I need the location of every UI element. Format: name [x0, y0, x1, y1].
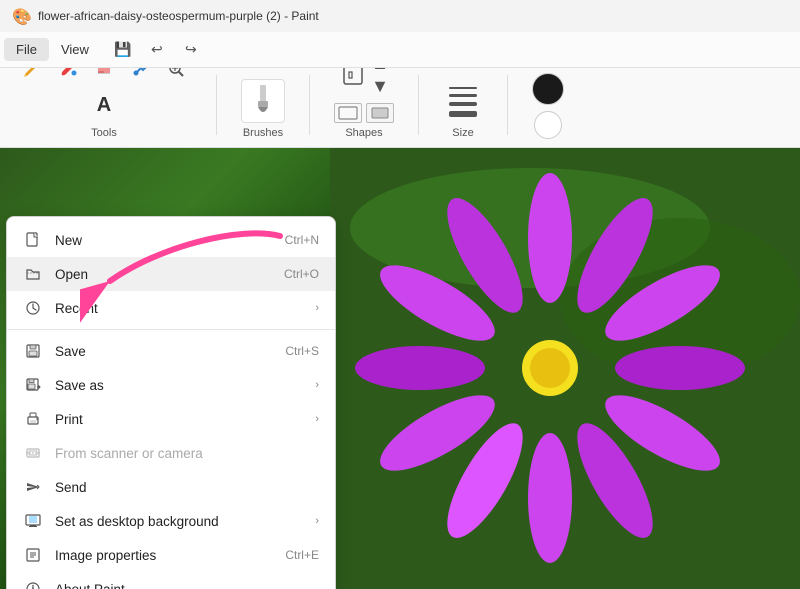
print-arrow: › [315, 413, 319, 425]
redo-btn[interactable]: ↪ [177, 36, 205, 64]
menu-item-about[interactable]: About Paint [7, 572, 335, 589]
new-shortcut: Ctrl+N [285, 233, 319, 247]
brushes-label: Brushes [243, 127, 283, 139]
scanner-label: From scanner or camera [55, 446, 319, 461]
new-icon [23, 230, 43, 250]
menu-toolbar: 💾 ↩ ↪ [109, 36, 205, 64]
menu-bar: File View 💾 ↩ ↪ [0, 32, 800, 68]
save-icon [23, 341, 43, 361]
primary-color[interactable] [532, 73, 564, 105]
properties-icon [23, 545, 43, 565]
about-icon [23, 579, 43, 589]
shapes-options [334, 103, 394, 123]
ribbon-group-brushes: Brushes [241, 79, 285, 139]
undo-btn[interactable]: ↩ [143, 36, 171, 64]
shapes-label: Shapes [345, 127, 382, 139]
send-icon [23, 477, 43, 497]
tools-label: Tools [91, 127, 117, 139]
menu-item-new[interactable]: New Ctrl+N [7, 223, 335, 257]
menu-item-properties[interactable]: Image properties Ctrl+E [7, 538, 335, 572]
desktop-arrow: › [315, 515, 319, 527]
open-icon [23, 264, 43, 284]
divider-2 [309, 75, 310, 135]
flower-svg [330, 148, 800, 589]
recent-label: Recent [55, 301, 303, 316]
app-icon: 🎨 [12, 7, 30, 25]
size-line-3[interactable] [449, 102, 477, 106]
menu-item-open[interactable]: Open Ctrl+O [7, 257, 335, 291]
menu-view[interactable]: View [49, 38, 101, 61]
color-palette [532, 73, 564, 139]
divider-3 [418, 75, 419, 135]
brushes-btn[interactable] [241, 79, 285, 123]
scanner-icon [23, 443, 43, 463]
menu-file[interactable]: File [4, 38, 49, 61]
size-line-1[interactable] [449, 87, 477, 89]
menu-item-saveas[interactable]: Save as › [7, 368, 335, 402]
title-bar: 🎨 flower-african-daisy-osteospermum-purp… [0, 0, 800, 32]
new-label: New [55, 233, 273, 248]
size-label: Size [452, 127, 473, 139]
recent-icon [23, 298, 43, 318]
open-label: Open [55, 267, 272, 282]
send-label: Send [55, 480, 319, 495]
menu-item-recent[interactable]: Recent › [7, 291, 335, 325]
menu-item-print[interactable]: Print › [7, 402, 335, 436]
menu-item-scanner: From scanner or camera [7, 436, 335, 470]
divider-4 [507, 75, 508, 135]
save-shortcut: Ctrl+S [285, 344, 319, 358]
size-line-2[interactable] [449, 94, 477, 97]
menu-item-send[interactable]: Send [7, 470, 335, 504]
open-shortcut: Ctrl+O [284, 267, 319, 281]
properties-shortcut: Ctrl+E [285, 548, 319, 562]
main-canvas-area: New Ctrl+N Open Ctrl+O Recent › Save [0, 148, 800, 589]
print-label: Print [55, 412, 303, 427]
recent-arrow: › [315, 302, 319, 314]
file-dropdown: New Ctrl+N Open Ctrl+O Recent › Save [6, 216, 336, 589]
ribbon: A Tools Brushes ▲ [0, 68, 800, 148]
print-icon [23, 409, 43, 429]
text-tool-btn[interactable]: A [84, 89, 124, 121]
title-bar-text: flower-african-daisy-osteospermum-purple… [38, 9, 319, 23]
properties-label: Image properties [55, 548, 273, 563]
save-label: Save [55, 344, 273, 359]
desktop-label: Set as desktop background [55, 514, 303, 529]
divider-1 [216, 75, 217, 135]
size-line-4[interactable] [449, 111, 477, 117]
size-selector[interactable] [443, 81, 483, 123]
saveas-arrow: › [315, 379, 319, 391]
saveas-icon [23, 375, 43, 395]
saveas-label: Save as [55, 378, 303, 393]
menu-item-desktop[interactable]: Set as desktop background › [7, 504, 335, 538]
outline-option[interactable] [334, 103, 362, 123]
desktop-icon [23, 511, 43, 531]
ribbon-group-size: Size [443, 81, 483, 139]
shapes-chevron-down[interactable]: ▼ [371, 76, 389, 97]
save-toolbar-btn[interactable]: 💾 [109, 36, 137, 64]
fill-option[interactable] [366, 103, 394, 123]
divider-after-recent [7, 329, 335, 330]
about-label: About Paint [55, 582, 319, 589]
menu-item-save[interactable]: Save Ctrl+S [7, 334, 335, 368]
secondary-color[interactable] [534, 111, 562, 139]
